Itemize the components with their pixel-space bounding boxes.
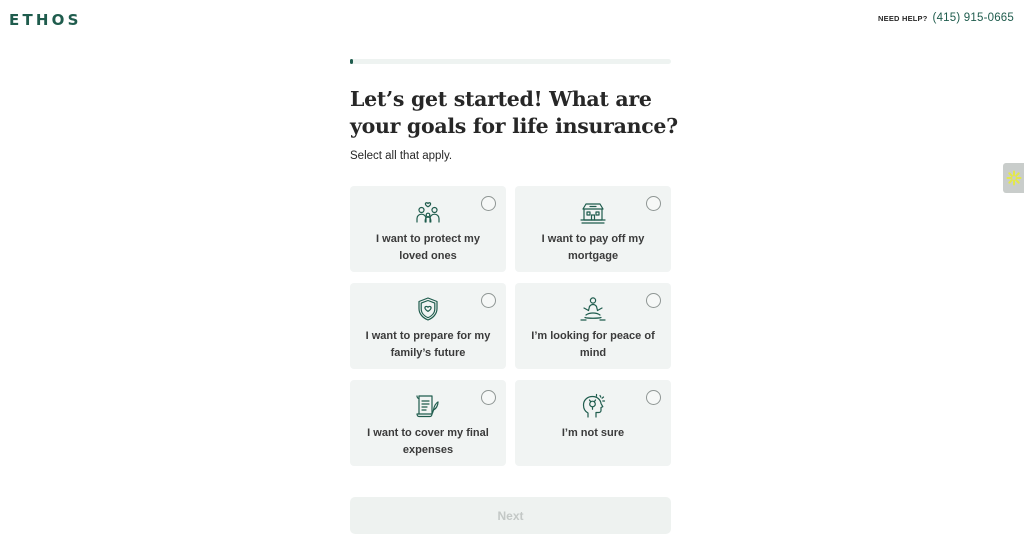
shield-heart-icon xyxy=(414,296,442,322)
option-not-sure[interactable]: I’m not sure xyxy=(515,380,671,466)
option-label: I want to prepare for my family’s future xyxy=(365,330,491,359)
option-checkbox[interactable] xyxy=(481,293,496,308)
page-title: Let’s get started! What are your goals f… xyxy=(350,87,678,138)
help-contact: NEED HELP? (415) 915-0665 xyxy=(878,12,1014,24)
option-prepare-family-future[interactable]: I want to prepare for my family’s future xyxy=(350,283,506,369)
thinking-head-icon xyxy=(579,393,607,419)
meditation-icon xyxy=(579,296,607,322)
option-checkbox[interactable] xyxy=(481,390,496,405)
option-label: I want to cover my final expenses xyxy=(367,427,489,456)
option-final-expenses[interactable]: I want to cover my final expenses xyxy=(350,380,506,466)
option-checkbox[interactable] xyxy=(646,196,661,211)
option-protect-loved-ones[interactable]: I want to protect my loved ones xyxy=(350,186,506,272)
option-peace-of-mind[interactable]: I’m looking for peace of mind xyxy=(515,283,671,369)
ethos-logo[interactable]: ETHOS xyxy=(9,11,82,29)
side-feedback-tab[interactable] xyxy=(1003,163,1024,193)
family-icon xyxy=(414,199,442,225)
option-label: I want to pay off my mortgage xyxy=(541,233,645,262)
option-checkbox[interactable] xyxy=(481,196,496,211)
next-button[interactable]: Next xyxy=(350,497,671,534)
option-label: I want to protect my loved ones xyxy=(376,233,480,262)
phone-link[interactable]: (415) 915-0665 xyxy=(933,12,1014,24)
document-quill-icon xyxy=(414,393,442,419)
options-grid: I want to protect my loved ones I want t… xyxy=(350,186,671,466)
option-pay-off-mortgage[interactable]: I want to pay off my mortgage xyxy=(515,186,671,272)
option-label: I’m looking for peace of mind xyxy=(531,330,655,359)
house-icon xyxy=(579,199,607,225)
sparkle-icon xyxy=(1006,170,1022,186)
need-help-label: NEED HELP? xyxy=(878,14,928,23)
option-checkbox[interactable] xyxy=(646,293,661,308)
option-checkbox[interactable] xyxy=(646,390,661,405)
page-subtitle: Select all that apply. xyxy=(350,150,453,162)
option-label: I’m not sure xyxy=(561,427,625,439)
progress-bar xyxy=(350,59,671,64)
progress-fill xyxy=(350,59,354,64)
